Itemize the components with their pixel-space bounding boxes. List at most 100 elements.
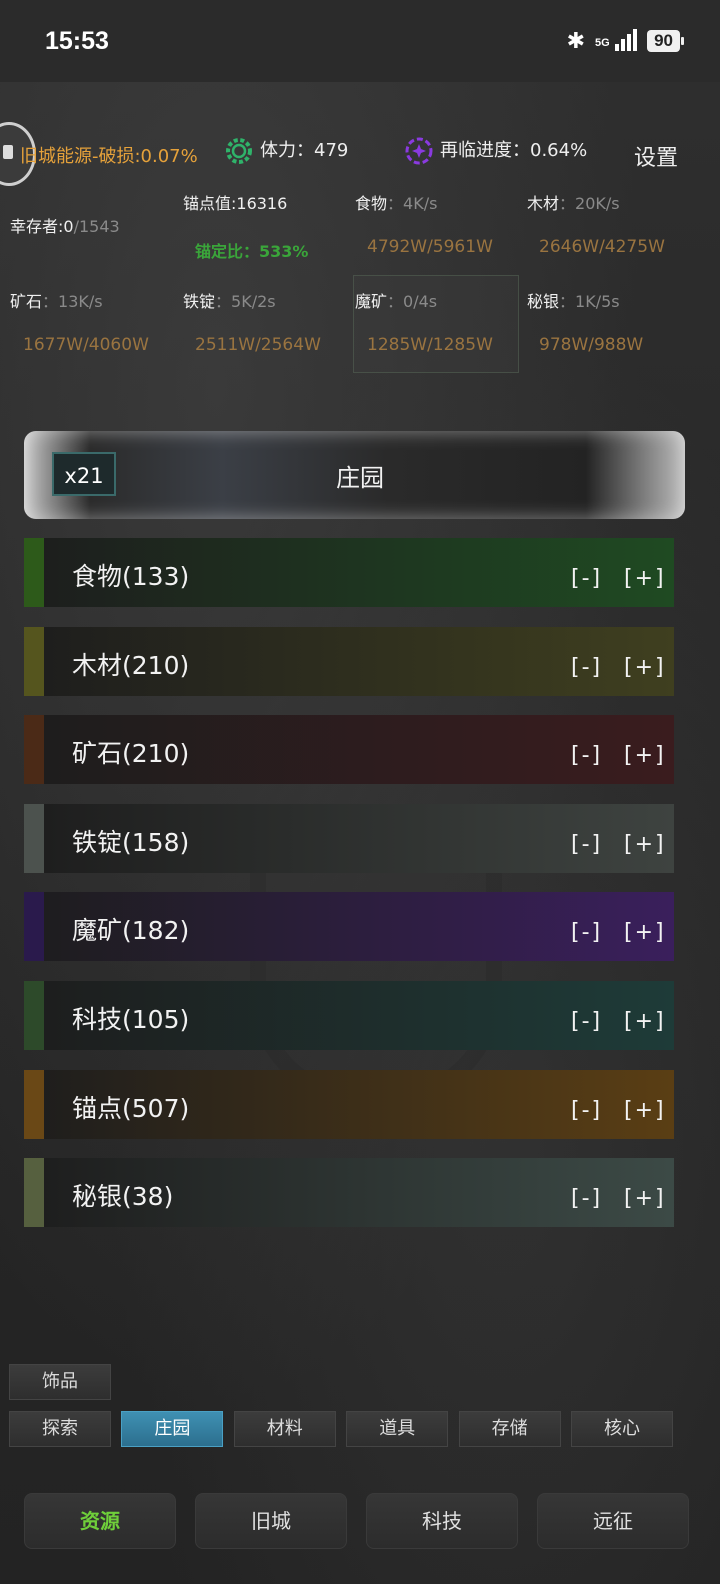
signal-icon: 5G (595, 28, 638, 54)
ore-amount: 1677W/4060W (23, 335, 149, 355)
row-label: 锚点(507) (72, 1093, 190, 1123)
decrease-button[interactable]: [-] (571, 1009, 602, 1034)
network-type: 5G (595, 36, 610, 49)
mithril-label: 秘银 (527, 292, 560, 311)
ore-rate-value: ：13K/s (42, 292, 103, 311)
row-label: 矿石(210) (72, 739, 190, 769)
allocation-row-anchor: 锚点(507) [-] [+] (24, 1069, 674, 1139)
row-label: 食物(133) (72, 562, 190, 591)
status-time: 15:53 (45, 27, 109, 55)
revisit-label: 再临进度： (440, 140, 530, 161)
increase-button[interactable]: [+] (624, 832, 666, 857)
food-amount: 4792W/5961W (367, 237, 493, 257)
revisit-sparkle-icon (404, 136, 434, 166)
ingot-rate-value: ：5K/2s (215, 292, 276, 311)
allocation-row-wood: 木材(210) [-] [+] (24, 626, 674, 696)
row-accent-bar (24, 715, 44, 785)
increase-button[interactable]: [+] (624, 743, 666, 768)
survivors-max: /1543 (73, 217, 120, 236)
increase-button[interactable]: [+] (624, 655, 666, 680)
tab-storage[interactable]: 存储 (458, 1411, 561, 1447)
wood-rate-value: ：20K/s (559, 194, 620, 213)
row-label: 木材(210) (72, 650, 190, 680)
decrease-button[interactable]: [-] (571, 1098, 602, 1123)
tab-explore[interactable]: 探索 (9, 1411, 111, 1447)
stamina-value: 479 (314, 140, 349, 161)
nav-old-city[interactable]: 旧城 (195, 1493, 347, 1549)
nav-resources[interactable]: 资源 (24, 1493, 176, 1549)
decrease-button[interactable]: [-] (571, 655, 602, 680)
decrease-button[interactable]: [-] (571, 566, 602, 591)
row-accent-bar (24, 981, 44, 1050)
row-accent-bar (24, 1069, 44, 1139)
wood-rate: 木材：20K/s (527, 190, 620, 214)
allocation-row-mithril: 秘银(38) [-] [+] (24, 1158, 674, 1228)
city-energy-status: 旧城能源-破损:0.07% (20, 146, 198, 167)
tab-estate[interactable]: 庄园 (121, 1411, 224, 1447)
food-label: 食物 (355, 194, 388, 213)
tab-accessories[interactable]: 饰品 (9, 1364, 111, 1400)
avatar-icon (3, 145, 13, 159)
mithril-rate: 秘银：1K/5s (527, 288, 620, 312)
background-emblem (250, 842, 502, 1104)
increase-button[interactable]: [+] (624, 1186, 666, 1211)
magic-ore-amount: 1285W/1285W (367, 335, 493, 355)
row-label: 秘银(38) (72, 1182, 174, 1212)
allocation-row-ore: 矿石(210) [-] [+] (24, 715, 674, 785)
magic-ore-rate-value: ：0/4s (387, 292, 438, 311)
revisit-stat: 再临进度：0.64% (404, 136, 587, 166)
row-accent-bar (24, 803, 44, 873)
survivors-stat: 幸存者:0/1543 (10, 213, 120, 237)
ingot-rate: 铁锭：5K/2s (183, 288, 276, 312)
bluetooth-icon: ✱ (566, 28, 586, 53)
increase-button[interactable]: [+] (624, 920, 666, 945)
stamina-stat: 体力：479 (224, 136, 348, 166)
decrease-button[interactable]: [-] (571, 832, 602, 857)
settings-button[interactable]: 设置 (634, 140, 678, 172)
survivors-label: 幸存者: (10, 217, 64, 236)
wood-label: 木材 (527, 194, 560, 213)
magic-ore-rate: 魔矿：0/4s (355, 288, 437, 312)
magic-ore-label: 魔矿 (355, 292, 388, 311)
row-label: 魔矿(182) (72, 916, 190, 946)
stamina-gear-icon (224, 136, 254, 166)
nav-tech[interactable]: 科技 (366, 1493, 518, 1549)
increase-button[interactable]: [+] (624, 1098, 666, 1123)
row-accent-bar (24, 538, 44, 607)
ingot-amount: 2511W/2564W (195, 335, 321, 355)
increase-button[interactable]: [+] (624, 1009, 666, 1034)
ore-rate: 矿石：13K/s (10, 288, 103, 312)
decrease-button[interactable]: [-] (571, 743, 602, 768)
revisit-value: 0.64% (530, 140, 588, 161)
nav-expedition[interactable]: 远征 (537, 1493, 689, 1549)
decrease-button[interactable]: [-] (571, 1186, 602, 1211)
allocation-row-food: 食物(133) [-] [+] (24, 538, 674, 607)
battery-icon: 90 (647, 30, 684, 52)
row-label: 铁锭(158) (72, 827, 190, 857)
row-label: 科技(105) (72, 1005, 190, 1034)
food-rate: 食物：4K/s (355, 190, 437, 214)
wood-amount: 2646W/4275W (539, 237, 665, 257)
decrease-button[interactable]: [-] (571, 920, 602, 945)
allocation-row-magic-ore: 魔矿(182) [-] [+] (24, 892, 674, 962)
ingot-label: 铁锭 (183, 292, 216, 311)
status-bar: 15:53 ✱ 5G 90 (0, 0, 720, 82)
anchor-ratio: 锚定比：533% (195, 238, 308, 262)
anchor-value: 锚点值:16316 (183, 194, 288, 213)
anchor-ratio-label: 锚定比： (195, 242, 260, 261)
mithril-rate-value: ：1K/5s (559, 292, 620, 311)
ore-label: 矿石 (10, 292, 43, 311)
food-rate-value: ：4K/s (387, 194, 438, 213)
tab-materials[interactable]: 材料 (233, 1411, 336, 1447)
row-accent-bar (24, 892, 44, 962)
survivors-current: 0 (63, 217, 74, 236)
allocation-row-tech: 科技(105) [-] [+] (24, 981, 674, 1050)
mithril-amount: 978W/988W (539, 335, 644, 355)
allocation-row-ingot: 铁锭(158) [-] [+] (24, 803, 674, 873)
row-accent-bar (24, 626, 44, 696)
increase-button[interactable]: [+] (624, 566, 666, 591)
tab-items[interactable]: 道具 (346, 1411, 449, 1447)
estate-title: 庄园 (336, 464, 384, 492)
row-accent-bar (24, 1158, 44, 1228)
tab-core[interactable]: 核心 (571, 1411, 673, 1447)
